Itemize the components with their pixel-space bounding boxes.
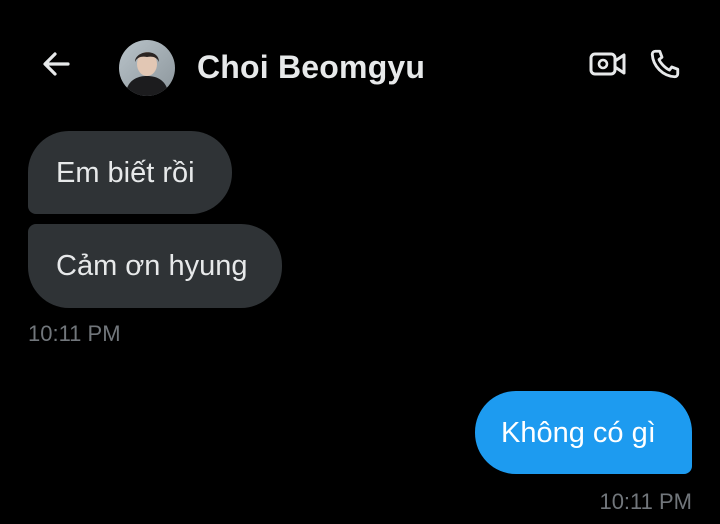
message-timestamp: 10:11 PM — [28, 321, 121, 346]
back-button[interactable] — [34, 44, 78, 88]
message-text: Cảm ơn hyung — [56, 250, 248, 282]
voice-call-button[interactable] — [643, 44, 687, 88]
video-call-button[interactable] — [586, 46, 630, 86]
message-bubble-incoming[interactable]: Cảm ơn hyung — [28, 224, 282, 308]
message-bubble-incoming[interactable]: Em biết rồi — [28, 131, 232, 214]
avatar[interactable] — [119, 40, 175, 96]
contact-name[interactable]: Choi Beomgyu — [197, 49, 425, 86]
message-bubble-outgoing[interactable]: Không có gì — [475, 391, 692, 474]
phone-icon — [647, 46, 683, 87]
message-timestamp: 10:11 PM — [599, 489, 692, 514]
message-text: Em biết rồi — [56, 156, 195, 189]
video-camera-icon — [588, 48, 628, 85]
arrow-left-icon — [38, 46, 74, 87]
message-text: Không có gì — [501, 416, 656, 449]
conversation-header: Choi Beomgyu — [0, 0, 720, 128]
